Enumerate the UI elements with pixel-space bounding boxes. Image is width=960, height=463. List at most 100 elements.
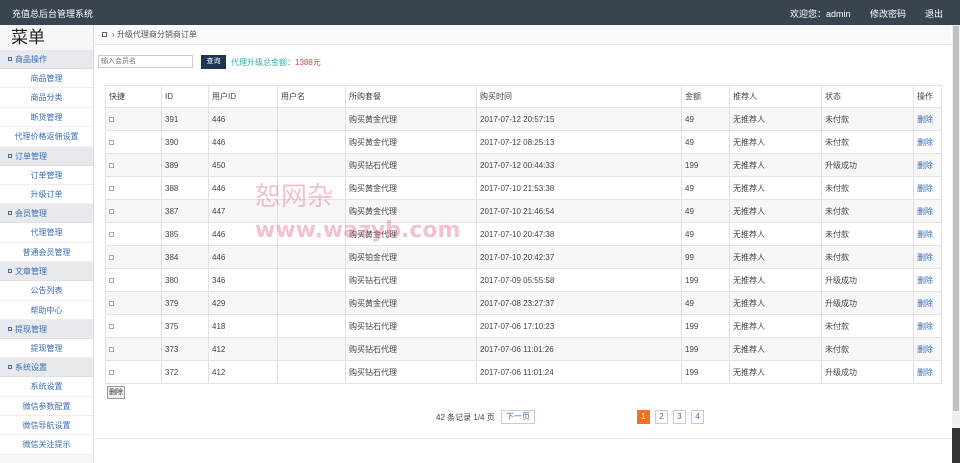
delete-link[interactable]: 删除 — [913, 176, 942, 200]
table-row: 372 412 购买钻石代理 2017-07-06 11:01:24 199 无推荐人 升级… — [105, 360, 942, 384]
row-checkbox[interactable] — [109, 323, 114, 329]
select-cell — [105, 245, 162, 269]
bulk-delete-button[interactable]: 删除 — [107, 386, 125, 399]
delete-link[interactable]: 删除 — [913, 337, 942, 361]
sidebar-section[interactable]: 会员管理 — [0, 204, 93, 224]
delete-link[interactable]: 删除 — [913, 245, 942, 269]
row-checkbox[interactable] — [109, 300, 114, 306]
search-input[interactable] — [98, 55, 193, 68]
sidebar-item[interactable]: 提现管理 — [0, 338, 93, 359]
cell-plan: 购买钻石代理 — [345, 314, 477, 338]
sidebar-item[interactable]: 代理价格返佣设置 — [0, 127, 93, 147]
select-cell — [105, 360, 162, 384]
cell-referrer: 无推荐人 — [729, 245, 822, 269]
delete-link[interactable]: 删除 — [913, 130, 942, 154]
cell-uid: 446 — [208, 222, 278, 246]
sidebar-item[interactable]: 商品分类 — [0, 88, 93, 108]
sidebar-item[interactable]: 商品管理 — [0, 69, 93, 89]
cell-time: 2017-07-06 17:10:23 — [476, 314, 682, 338]
table-body: 391 446 购买黄金代理 2017-07-12 20:57:15 49 无推荐人 未付款… — [105, 107, 942, 384]
delete-link[interactable]: 删除 — [913, 222, 942, 246]
scrollbar-thumb[interactable] — [953, 26, 959, 411]
delete-link[interactable]: 删除 — [913, 268, 942, 292]
row-checkbox[interactable] — [109, 139, 114, 145]
row-checkbox[interactable] — [109, 162, 114, 168]
cell-status: 未付款 — [821, 222, 914, 246]
select-cell — [105, 199, 162, 223]
sidebar-item[interactable]: 普通会员管理 — [0, 242, 93, 263]
total-label: 代理升级总金额： — [231, 58, 295, 67]
cell-username — [277, 360, 346, 384]
row-checkbox[interactable] — [109, 208, 114, 214]
cell-username — [277, 268, 346, 292]
page-button[interactable]: 4 — [691, 410, 704, 424]
sidebar-item[interactable]: 订单管理 — [0, 165, 93, 185]
page-button[interactable]: 2 — [655, 410, 668, 424]
delete-link[interactable]: 删除 — [913, 314, 942, 338]
cell-status: 升级成功 — [821, 291, 914, 315]
cell-referrer: 无推荐人 — [729, 176, 822, 200]
home-icon[interactable] — [102, 32, 107, 37]
cell-amount: 49 — [681, 291, 730, 315]
select-cell — [105, 222, 162, 246]
sidebar-menu: 商品操作 商品管理 商品分类 断货管理 代理价格返佣设置 订单管理 订单管理 升级订单 会员管理… — [0, 50, 93, 455]
change-password-link[interactable]: 修改密码 — [870, 7, 906, 20]
app-title: 充值总后台管理系统 — [12, 9, 94, 19]
sidebar-section[interactable]: 提现管理 — [0, 319, 93, 339]
sidebar-section[interactable]: 商品操作 — [0, 50, 93, 69]
sidebar-item[interactable]: 微信参数配置 — [0, 396, 93, 417]
row-checkbox[interactable] — [109, 231, 114, 237]
cell-plan: 购买黄金代理 — [345, 130, 477, 154]
delete-link[interactable]: 删除 — [913, 107, 942, 131]
cell-amount: 49 — [681, 199, 730, 223]
row-checkbox[interactable] — [109, 277, 114, 283]
cell-time: 2017-07-12 20:57:15 — [476, 107, 682, 131]
select-cell — [105, 314, 162, 338]
delete-link[interactable]: 删除 — [913, 153, 942, 177]
cell-username — [277, 153, 346, 177]
sidebar-item[interactable]: 公告列表 — [0, 281, 93, 301]
sidebar-item[interactable]: 微信导航设置 — [0, 416, 93, 436]
next-page-button[interactable]: 下一页 — [501, 410, 535, 424]
page-button[interactable]: 3 — [673, 410, 686, 424]
sidebar-item[interactable]: 断货管理 — [0, 107, 93, 128]
orders-table: 快捷 ID 用户ID 用户名 所购套餐 购买时间 金额 推荐人 状态 操作 391 446 购买黄金代… — [105, 85, 942, 384]
logout-link[interactable]: 退出 — [925, 7, 943, 20]
sidebar-section[interactable]: 订单管理 — [0, 146, 93, 166]
footer-divider — [95, 438, 951, 439]
row-checkbox[interactable] — [109, 185, 114, 191]
row-checkbox[interactable] — [109, 346, 114, 352]
sidebar-item[interactable]: 帮助中心 — [0, 300, 93, 320]
search-button[interactable]: 查询 — [201, 55, 226, 69]
sidebar-section-label: 提现管理 — [15, 324, 47, 334]
sidebar-item[interactable]: 系统设置 — [0, 377, 93, 397]
vertical-scrollbar[interactable] — [952, 25, 960, 463]
cell-referrer: 无推荐人 — [729, 314, 822, 338]
square-icon — [8, 211, 12, 216]
cell-plan: 购买黄金代理 — [345, 176, 477, 200]
welcome-text: 欢迎您：admin — [790, 9, 851, 19]
cell-uid: 412 — [208, 360, 278, 384]
row-checkbox[interactable] — [109, 254, 114, 260]
cell-plan: 购买钻石代理 — [345, 153, 477, 177]
column-header: 推荐人 — [729, 85, 822, 108]
cell-id: 387 — [161, 199, 209, 223]
sidebar-section[interactable]: 系统设置 — [0, 358, 93, 378]
page-button[interactable]: 1 — [637, 410, 650, 424]
sidebar-item[interactable]: 微信关注提示 — [0, 435, 93, 455]
cell-status: 升级成功 — [821, 153, 914, 177]
row-checkbox[interactable] — [109, 369, 114, 375]
cell-plan: 购买铂金代理 — [345, 245, 477, 269]
sidebar-item[interactable]: 升级订单 — [0, 184, 93, 205]
cell-status: 未付款 — [821, 107, 914, 131]
sidebar-item[interactable]: 代理管理 — [0, 223, 93, 243]
delete-link[interactable]: 删除 — [913, 199, 942, 223]
cell-uid: 446 — [208, 176, 278, 200]
cell-referrer: 无推荐人 — [729, 268, 822, 292]
sidebar-section[interactable]: 文章管理 — [0, 262, 93, 282]
delete-link[interactable]: 删除 — [913, 291, 942, 315]
cell-plan: 购买黄金代理 — [345, 222, 477, 246]
delete-link[interactable]: 删除 — [913, 360, 942, 384]
cell-uid: 418 — [208, 314, 278, 338]
row-checkbox[interactable] — [109, 116, 114, 122]
